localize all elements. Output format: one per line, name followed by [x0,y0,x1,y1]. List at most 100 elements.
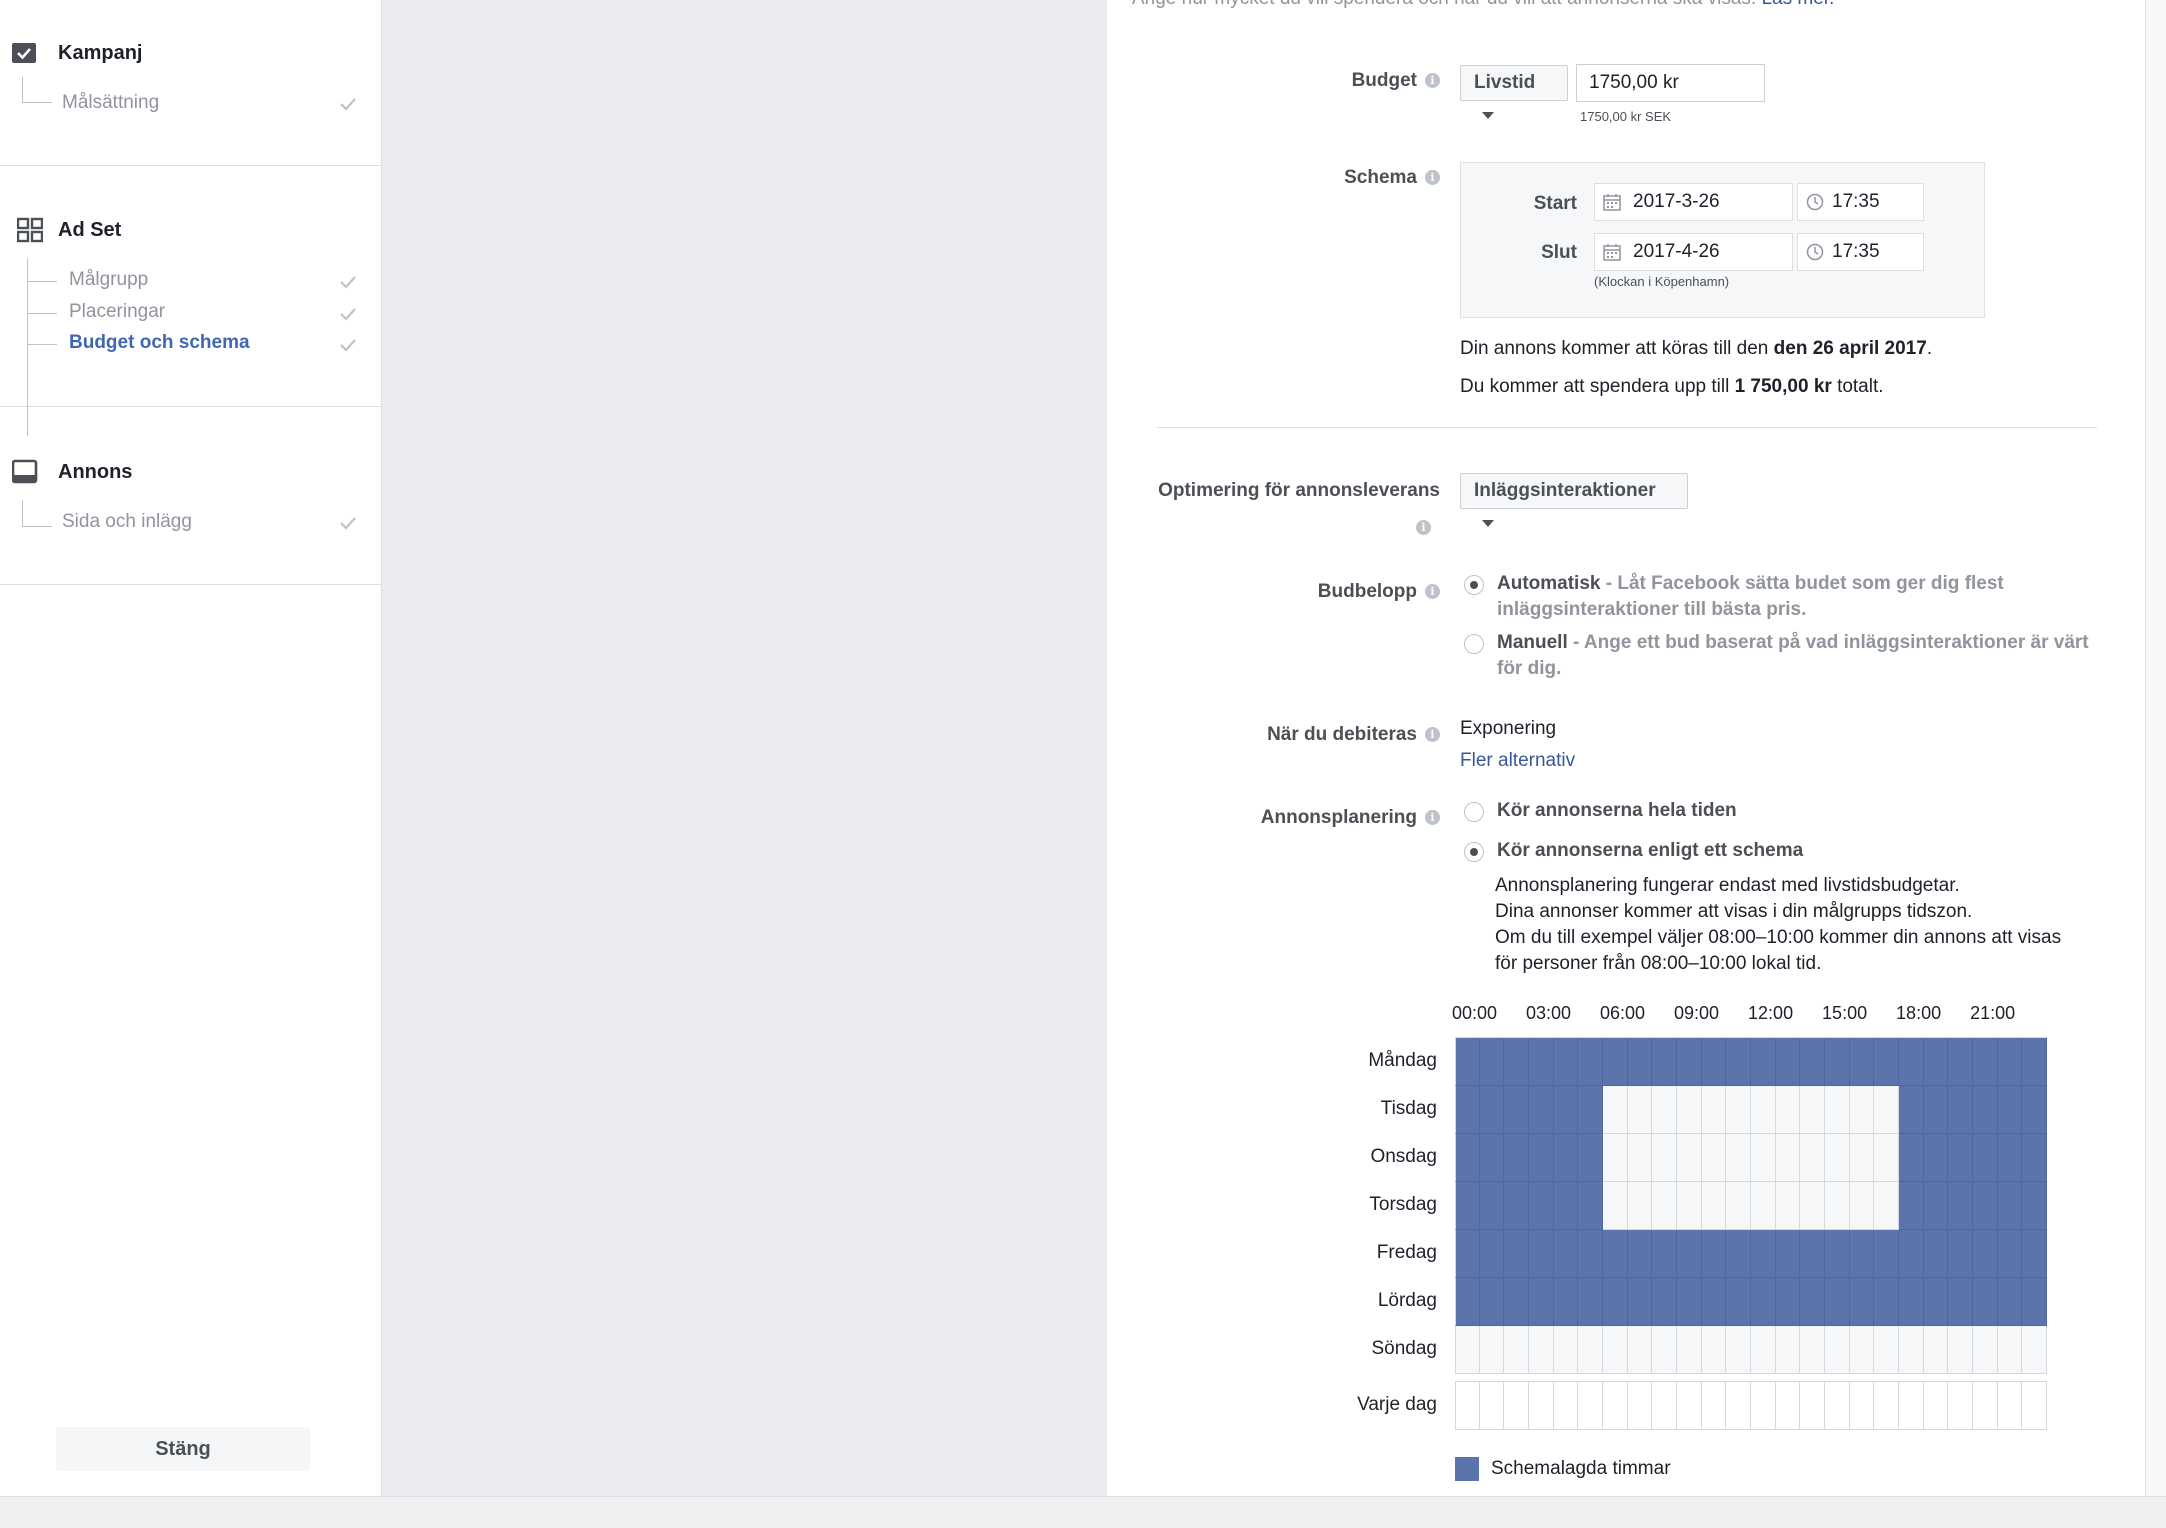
schedule-cell[interactable] [1800,1326,1826,1374]
schedule-cell[interactable] [1923,1382,1949,1430]
schedule-cell[interactable] [1479,1278,1505,1326]
schedule-cell[interactable] [1825,1230,1850,1278]
schedule-cell[interactable] [1627,1230,1653,1278]
schedule-cell[interactable] [1677,1278,1702,1326]
schedule-cell[interactable] [1455,1230,1480,1278]
sidebar-item-budget-schema[interactable]: Budget och schema [69,332,250,354]
schedule-cell[interactable] [1997,1038,2023,1086]
schedule-cell[interactable] [1775,1086,1801,1134]
schedule-cell[interactable] [1825,1326,1850,1374]
schedule-cell[interactable] [1849,1382,1875,1430]
schedule-cell[interactable] [1504,1230,1529,1278]
schedule-cell[interactable] [1479,1382,1505,1430]
schedule-cell[interactable] [1923,1038,1949,1086]
schedule-cell[interactable] [1849,1182,1875,1230]
schedule-cell[interactable] [1627,1038,1653,1086]
schedule-cell[interactable] [1652,1086,1678,1134]
schedule-cell[interactable] [1825,1382,1850,1430]
schedule-cell[interactable] [1973,1182,1998,1230]
schedule-cell[interactable] [1652,1182,1678,1230]
schedule-cell[interactable] [1825,1086,1850,1134]
schedule-cell[interactable] [1479,1182,1505,1230]
schedule-cell[interactable] [1923,1230,1949,1278]
schedule-cell[interactable] [1455,1326,1480,1374]
schedule-cell[interactable] [1825,1038,1850,1086]
schedule-cell[interactable] [1627,1182,1653,1230]
schedule-cell[interactable] [1997,1382,2023,1430]
sidebar-item-sida-inlagg[interactable]: Sida och inlägg [62,511,192,533]
schedule-cell[interactable] [1800,1382,1826,1430]
schedule-cell[interactable] [1652,1038,1678,1086]
schedule-cell[interactable] [1677,1038,1702,1086]
info-icon[interactable]: i [1425,727,1440,742]
schedule-cell[interactable] [1677,1086,1702,1134]
info-icon[interactable]: i [1425,73,1440,88]
info-icon[interactable]: i [1425,584,1440,599]
schedule-cell[interactable] [1997,1086,2023,1134]
schedule-cell[interactable] [1874,1134,1900,1182]
schedule-cell[interactable] [1775,1278,1801,1326]
schedule-cell[interactable] [2022,1182,2048,1230]
bid-manual-radio[interactable] [1464,634,1484,654]
schedule-cell[interactable] [1701,1182,1727,1230]
schedule-cell[interactable] [1455,1134,1480,1182]
schedule-cell[interactable] [1849,1038,1875,1086]
schedule-cell[interactable] [1923,1182,1949,1230]
schedule-cell[interactable] [1899,1230,1924,1278]
end-date-input[interactable]: 2017-4-26 [1594,233,1793,271]
schedule-cell[interactable] [1874,1038,1900,1086]
schedule-cell[interactable] [1529,1134,1554,1182]
schedule-cell[interactable] [1997,1278,2023,1326]
schedule-cell[interactable] [1627,1382,1653,1430]
schedule-cell[interactable] [1973,1382,1998,1430]
bid-auto-text[interactable]: Automatisk - Låt Facebook sätta budet so… [1497,571,2097,623]
schedule-cell[interactable] [1775,1382,1801,1430]
schedule-cell[interactable] [1603,1230,1628,1278]
schedule-cell[interactable] [1948,1382,1974,1430]
schedule-cell[interactable] [1578,1182,1603,1230]
end-time-input[interactable]: 17:35 [1797,233,1924,271]
schedule-cell[interactable] [2022,1086,2048,1134]
schedule-cell[interactable] [1726,1038,1752,1086]
scrollbar-track[interactable] [2145,0,2166,1496]
schedule-cell[interactable] [1899,1134,1924,1182]
schedule-cell[interactable] [1578,1134,1603,1182]
schedule-cell[interactable] [1603,1326,1628,1374]
sidebar-item-malgrupp[interactable]: Målgrupp [69,269,148,291]
schedule-cell[interactable] [1775,1230,1801,1278]
schedule-run-text[interactable]: Kör annonserna enligt ett schema [1497,838,1803,864]
schedule-cell[interactable] [1578,1326,1603,1374]
schedule-cell[interactable] [1479,1230,1505,1278]
schedule-cell[interactable] [1825,1278,1850,1326]
schedule-cell[interactable] [1529,1326,1554,1374]
sidebar-adset-header[interactable]: Ad Set [17,217,121,243]
schedule-cell[interactable] [1997,1134,2023,1182]
schedule-cell[interactable] [1529,1382,1554,1430]
schedule-cell[interactable] [1455,1382,1480,1430]
schedule-cell[interactable] [1800,1230,1826,1278]
schedule-cell[interactable] [1726,1086,1752,1134]
schedule-cell[interactable] [1553,1182,1579,1230]
schedule-cell[interactable] [1652,1134,1678,1182]
schedule-cell[interactable] [1997,1326,2023,1374]
schedule-cell[interactable] [1874,1182,1900,1230]
schedule-cell[interactable] [1504,1278,1529,1326]
schedule-cell[interactable] [2022,1278,2048,1326]
schedule-cell[interactable] [1874,1278,1900,1326]
schedule-cell[interactable] [1701,1230,1727,1278]
schedule-cell[interactable] [1849,1278,1875,1326]
schedule-cell[interactable] [1899,1038,1924,1086]
bid-auto-radio[interactable] [1464,575,1484,595]
schedule-cell[interactable] [1627,1278,1653,1326]
schedule-cell[interactable] [2022,1134,2048,1182]
schedule-cell[interactable] [1677,1326,1702,1374]
schedule-cell[interactable] [1923,1086,1949,1134]
sidebar-item-placeringar[interactable]: Placeringar [69,301,165,323]
schedule-cell[interactable] [1948,1038,1974,1086]
schedule-cell[interactable] [1923,1326,1949,1374]
schedule-cell[interactable] [1529,1182,1554,1230]
schedule-cell[interactable] [1800,1182,1826,1230]
schedule-cell[interactable] [1751,1086,1776,1134]
schedule-cell[interactable] [1578,1382,1603,1430]
schedule-cell[interactable] [1923,1278,1949,1326]
